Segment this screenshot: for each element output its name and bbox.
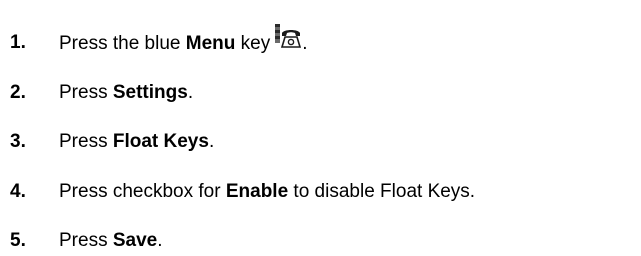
step-3: 3. Press Float Keys. [10,130,214,154]
step-text: Press Float Keys. [59,130,214,154]
step-1: 1. Press the blue Menu key . [10,24,308,56]
step-number: 2. [10,82,26,103]
step-text-before: Press the blue [59,33,186,54]
step-text: Press the blue Menu key . [59,24,308,56]
step-text-after: to disable Float Keys. [288,181,476,202]
step-text-before: Press [59,131,113,152]
step-text: Press Save. [59,229,163,253]
step-text-after: key [235,33,271,54]
step-text-after: . [208,131,215,152]
menu-key-phone-icon [274,24,302,50]
step-number: 1. [10,32,26,53]
step-text-bold: Save [112,230,158,251]
step-number: 3. [10,131,26,152]
step-text-after: . [187,82,194,103]
step-text-bold: Settings [112,82,188,103]
step-text: Press checkbox for Enable to disable Flo… [59,180,475,204]
step-text-bold: Float Keys [112,131,209,152]
step-2: 2. Press Settings. [10,81,193,105]
step-text-before: Press [59,230,113,251]
step-text-bold: Enable [225,181,289,202]
step-text-bold: Menu [185,33,236,54]
step-text: Press Settings. [59,81,193,105]
step-text-before: Press [59,82,113,103]
step-number: 4. [10,181,26,202]
step-5: 5. Press Save. [10,229,163,253]
step-text-period: . [302,33,308,54]
step-4: 4. Press checkbox for Enable to disable … [10,180,475,204]
step-text-before: Press checkbox for [59,181,226,202]
step-number: 5. [10,230,26,251]
step-text-after: . [157,230,163,251]
